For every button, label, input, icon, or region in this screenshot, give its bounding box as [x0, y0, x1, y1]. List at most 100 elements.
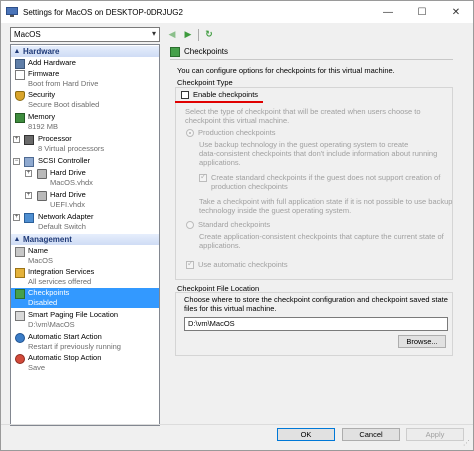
- checkpoints-icon: [15, 289, 25, 299]
- close-button[interactable]: ✕: [439, 1, 473, 23]
- sidebar-item-scsi-controller[interactable]: − SCSI Controller: [11, 156, 159, 167]
- checkpoint-type-title: Checkpoint Type: [177, 78, 233, 87]
- production-description: Use backup technology in the guest opera…: [199, 140, 438, 167]
- sidebar-item-name[interactable]: Name MacOS: [11, 246, 159, 266]
- panel-description: You can configure options for checkpoint…: [177, 66, 395, 75]
- network-adapter-icon: [24, 213, 34, 223]
- panel-header: Checkpoints: [170, 45, 453, 58]
- resize-grip-icon[interactable]: ⋰: [463, 439, 470, 447]
- sidebar-item-label: Processor: [38, 134, 72, 143]
- management-section-header[interactable]: ▲ Management: [11, 234, 159, 245]
- hard-drive-icon: [37, 191, 47, 201]
- create-standard-checkbox[interactable]: Create standard checkpoints if the guest…: [199, 172, 440, 191]
- refresh-icon[interactable]: ↻: [203, 29, 215, 41]
- sidebar-item-label: SCSI Controller: [38, 156, 91, 165]
- sidebar-item-memory[interactable]: Memory 8192 MB: [11, 112, 159, 132]
- cancel-button[interactable]: Cancel: [342, 428, 400, 441]
- sidebar-item-detail: 8192 MB: [28, 122, 59, 131]
- sidebar-item-processor[interactable]: + Processor 8 Virtual processors: [11, 134, 159, 154]
- integration-services-icon: [15, 268, 25, 278]
- sidebar-item-security[interactable]: Security Secure Boot disabled: [11, 90, 159, 110]
- sidebar-item-firmware[interactable]: Firmware Boot from Hard Drive: [11, 69, 159, 89]
- sidebar-item-detail: Secure Boot disabled: [28, 100, 100, 109]
- chevron-down-icon: ▾: [151, 29, 156, 38]
- browse-button[interactable]: Browse...: [398, 335, 446, 348]
- title-bar: Settings for MacOS on DESKTOP-0DRJUG2 — …: [1, 1, 473, 23]
- sidebar-item-hard-drive-uefi[interactable]: + Hard Drive UEFI.vhdx: [11, 190, 159, 210]
- checkbox-box[interactable]: [199, 172, 207, 182]
- footer-divider: [1, 424, 473, 425]
- expand-plus-icon[interactable]: +: [25, 192, 32, 199]
- maximize-button[interactable]: ☐: [405, 1, 439, 23]
- sidebar-item-label: Smart Paging File Location: [28, 310, 119, 319]
- scsi-controller-icon: [24, 157, 34, 167]
- sidebar-item-label: Firmware: [28, 69, 60, 78]
- expand-plus-icon[interactable]: +: [25, 170, 32, 177]
- sidebar-item-detail: Restart if previously running: [28, 342, 121, 351]
- checkpoints-icon: [170, 46, 180, 57]
- file-location-description: Choose where to store the checkpoint con…: [184, 295, 448, 313]
- sidebar-item-network-adapter[interactable]: + Network Adapter Default Switch: [11, 212, 159, 232]
- highlight-underline: [175, 101, 263, 103]
- sidebar-item-integration-services[interactable]: Integration Services All services offere…: [11, 267, 159, 287]
- sidebar-item-label: Hard Drive: [50, 190, 86, 199]
- checkbox-box[interactable]: [181, 90, 189, 99]
- sidebar-item-label: Hard Drive: [50, 168, 86, 177]
- sidebar-item-add-hardware[interactable]: Add Hardware: [11, 58, 159, 69]
- forward-arrow-icon[interactable]: ▶: [182, 29, 194, 41]
- apply-button[interactable]: Apply: [406, 428, 464, 441]
- sidebar-item-auto-stop[interactable]: Automatic Stop Action Save: [11, 353, 159, 373]
- sidebar-item-label: Memory: [28, 112, 56, 121]
- collapse-minus-icon[interactable]: −: [13, 158, 20, 165]
- sidebar-item-detail: Boot from Hard Drive: [28, 79, 99, 88]
- automatic-checkpoints-label: Use automatic checkpoints: [198, 260, 288, 269]
- sidebar-item-detail: 8 Virtual processors: [38, 144, 105, 153]
- add-hardware-icon: [15, 59, 25, 69]
- checkbox-box[interactable]: [186, 259, 194, 269]
- expand-plus-icon[interactable]: +: [13, 136, 20, 143]
- sidebar-item-label: Checkpoints: [28, 288, 70, 297]
- ok-button[interactable]: OK: [277, 428, 335, 441]
- radio-button[interactable]: [186, 220, 194, 229]
- sidebar-item-label: Automatic Start Action: [28, 332, 102, 341]
- sidebar-item-label: Add Hardware: [28, 58, 76, 67]
- settings-window: Settings for MacOS on DESKTOP-0DRJUG2 — …: [0, 0, 474, 451]
- sidebar-item-detail: Save: [28, 363, 46, 372]
- expand-plus-icon[interactable]: +: [13, 214, 20, 221]
- production-checkpoints-label: Production checkpoints: [198, 128, 276, 137]
- auto-start-icon: [15, 333, 25, 343]
- hardware-section-header[interactable]: ▲ Hardware: [11, 46, 159, 57]
- back-arrow-icon[interactable]: ◀: [166, 29, 178, 41]
- sidebar-item-checkpoints[interactable]: Checkpoints Disabled: [11, 288, 159, 308]
- checkpoint-path-input[interactable]: D:\vm\MacOS: [184, 317, 448, 331]
- sidebar-item-hard-drive-macos[interactable]: + Hard Drive MacOS.vhdx: [11, 168, 159, 188]
- application-state-text: Take a checkpoint with full application …: [199, 197, 453, 215]
- standard-description: Create application-consistent checkpoint…: [199, 232, 444, 250]
- sidebar-item-smart-paging[interactable]: Smart Paging File Location D:\vm\MacOS: [11, 310, 159, 330]
- hard-drive-icon: [37, 169, 47, 179]
- radio-button[interactable]: [186, 128, 194, 137]
- collapse-caret-icon: ▲: [13, 236, 21, 243]
- smart-paging-icon: [15, 311, 25, 321]
- sidebar-item-label: Network Adapter: [38, 212, 94, 221]
- navigation-toolbar: ◀ ▶ ↻: [166, 27, 215, 42]
- sidebar-item-label: Name: [28, 246, 49, 255]
- sidebar-item-auto-start[interactable]: Automatic Start Action Restart if previo…: [11, 332, 159, 352]
- standard-checkpoints-radio[interactable]: Standard checkpoints: [186, 220, 270, 229]
- memory-icon: [15, 113, 25, 123]
- sidebar-item-label: Integration Services: [28, 267, 95, 276]
- minimize-button[interactable]: —: [371, 1, 405, 23]
- firmware-icon: [15, 70, 25, 80]
- collapse-caret-icon: ▲: [13, 48, 21, 55]
- toolbar-separator: [198, 28, 199, 41]
- vm-selector-value: MacOS: [14, 30, 41, 39]
- sidebar-item-detail: Disabled: [28, 298, 58, 307]
- automatic-checkpoints-checkbox[interactable]: Use automatic checkpoints: [186, 259, 288, 269]
- auto-stop-icon: [15, 354, 25, 364]
- vm-selector-dropdown[interactable]: MacOS ▾: [10, 27, 160, 42]
- select-type-text: Select the type of checkpoint that will …: [185, 107, 421, 125]
- production-checkpoints-radio[interactable]: Production checkpoints: [186, 128, 276, 137]
- management-header-label: Management: [23, 235, 72, 244]
- sidebar-item-detail: MacOS: [28, 256, 54, 265]
- enable-checkpoints-checkbox[interactable]: Enable checkpoints: [181, 90, 258, 99]
